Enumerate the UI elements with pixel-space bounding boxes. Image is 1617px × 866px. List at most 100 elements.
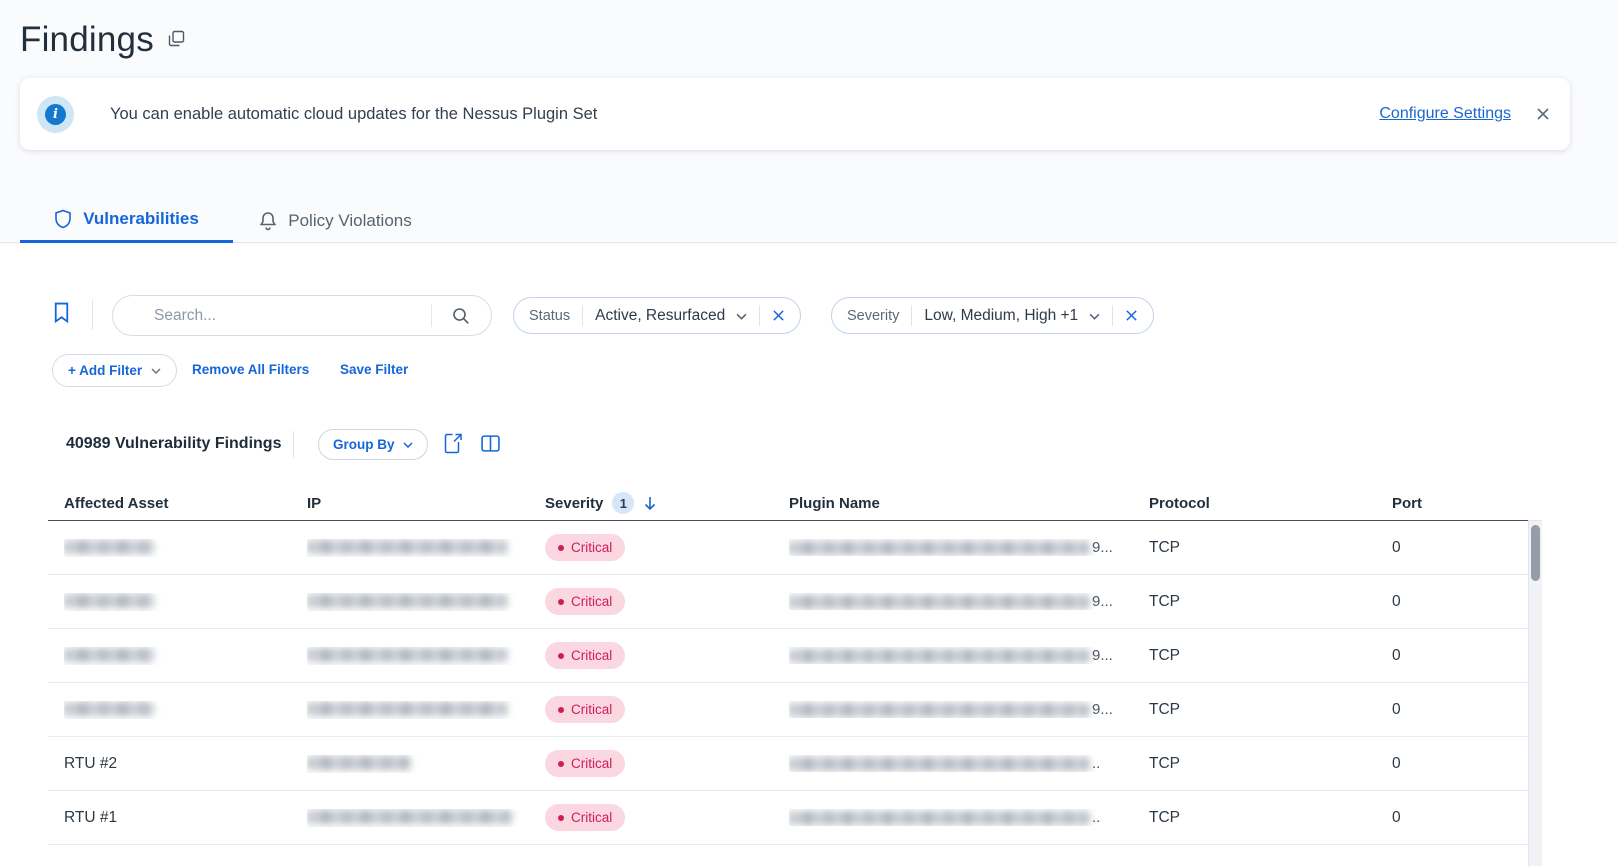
severity-badge: Critical: [545, 696, 625, 723]
port-cell: 0: [1392, 593, 1542, 611]
remove-filter-icon[interactable]: [1125, 309, 1138, 322]
severity-badge: Critical: [545, 534, 625, 561]
plugin-name-suffix: 9...: [1092, 647, 1113, 664]
redacted-ip: [307, 756, 410, 770]
redacted-plugin-name: [789, 703, 1089, 717]
plugin-name-cell: ..: [789, 809, 1149, 826]
column-header-port[interactable]: Port: [1392, 495, 1542, 512]
severity-cell: Critical: [545, 642, 789, 669]
status-filter-dropdown[interactable]: Active, Resurfaced: [595, 307, 747, 325]
column-header-protocol[interactable]: Protocol: [1149, 495, 1392, 512]
column-header-severity[interactable]: Severity 1: [545, 492, 789, 514]
redacted-asset: [64, 540, 154, 554]
port-cell: 0: [1392, 809, 1542, 827]
table-body: Critical9...TCP0Critical9...TCP0Critical…: [48, 521, 1542, 845]
affected-asset-cell: [64, 647, 307, 665]
column-header-plugin-name[interactable]: Plugin Name: [789, 495, 1149, 512]
plugin-name-suffix: 9...: [1092, 593, 1113, 610]
ip-cell: [307, 755, 545, 773]
severity-cell: Critical: [545, 750, 789, 777]
page-title: Findings: [20, 18, 154, 62]
redacted-ip: [307, 702, 507, 716]
divider: [1112, 305, 1113, 326]
tab-bar: Vulnerabilities Policy Violations: [0, 198, 1617, 243]
table-row[interactable]: Critical9...TCP0: [48, 521, 1542, 575]
group-by-label: Group By: [333, 437, 395, 452]
add-filter-button[interactable]: + Add Filter: [52, 354, 177, 387]
vertical-scrollbar[interactable]: [1528, 520, 1542, 866]
search-input[interactable]: [113, 296, 491, 335]
protocol-cell: TCP: [1149, 593, 1392, 611]
redacted-asset: [64, 702, 154, 716]
plugin-name-cell: 9...: [789, 593, 1149, 610]
severity-cell: Critical: [545, 588, 789, 615]
remove-all-filters-button[interactable]: Remove All Filters: [192, 362, 309, 377]
sort-descending-icon[interactable]: [643, 495, 657, 511]
remove-filter-icon[interactable]: [772, 309, 785, 322]
filter-value: Active, Resurfaced: [595, 307, 725, 325]
column-header-affected-asset[interactable]: Affected Asset: [64, 495, 307, 512]
save-filter-button[interactable]: Save Filter: [340, 362, 408, 377]
severity-cell: Critical: [545, 804, 789, 831]
chevron-down-icon: [1089, 313, 1100, 320]
redacted-ip: [307, 648, 507, 662]
port-cell: 0: [1392, 647, 1542, 665]
ip-cell: [307, 539, 545, 557]
filter-value: Low, Medium, High +1: [924, 307, 1078, 325]
port-cell: 0: [1392, 755, 1542, 773]
info-banner: i You can enable automatic cloud updates…: [20, 78, 1570, 150]
columns-icon[interactable]: [481, 435, 500, 452]
affected-asset-cell: [64, 701, 307, 719]
protocol-cell: TCP: [1149, 755, 1392, 773]
column-header-ip[interactable]: IP: [307, 495, 545, 512]
close-icon[interactable]: [1536, 107, 1550, 121]
plugin-name-cell: ..: [789, 755, 1149, 772]
tab-policy-violations[interactable]: Policy Violations: [233, 198, 438, 243]
configure-settings-link[interactable]: Configure Settings: [1379, 105, 1511, 123]
port-cell: 0: [1392, 539, 1542, 557]
divider: [911, 305, 912, 326]
redacted-ip: [307, 594, 507, 608]
port-cell: 0: [1392, 701, 1542, 719]
table-row[interactable]: Critical 9...TCP0: [48, 683, 1542, 737]
severity-badge: Critical: [545, 750, 625, 777]
table-row[interactable]: Critical 9... TCP0: [48, 629, 1542, 683]
plugin-name-cell: 9...: [789, 539, 1149, 556]
findings-table: Affected Asset IP Severity 1 Plugin Name…: [48, 486, 1542, 845]
protocol-cell: TCP: [1149, 701, 1392, 719]
chevron-down-icon: [151, 368, 161, 374]
affected-asset-cell: [64, 593, 307, 611]
affected-asset-cell: [64, 539, 307, 557]
bell-icon: [259, 211, 277, 231]
severity-cell: Critical: [545, 696, 789, 723]
table-row[interactable]: RTU #2Critical..TCP0: [48, 737, 1542, 791]
findings-count: 40989 Vulnerability Findings: [66, 435, 281, 453]
add-filter-label: + Add Filter: [68, 363, 142, 378]
tab-vulnerabilities[interactable]: Vulnerabilities: [20, 198, 233, 243]
info-icon: i: [37, 96, 74, 133]
redacted-plugin-name: [789, 811, 1089, 825]
export-icon[interactable]: [443, 433, 463, 454]
findings-page: Findings i You can enable automatic clou…: [0, 0, 1617, 866]
content-area: Status Active, Resurfaced Severity Low, …: [0, 244, 1617, 866]
page-header: Findings: [20, 18, 185, 62]
severity-filter-dropdown[interactable]: Low, Medium, High +1: [924, 307, 1100, 325]
table-row[interactable]: RTU #1Critical..TCP0: [48, 791, 1542, 845]
tab-label: Policy Violations: [288, 211, 411, 231]
scrollbar-thumb[interactable]: [1531, 525, 1540, 581]
search-icon[interactable]: [452, 307, 470, 325]
ip-cell: [307, 701, 545, 719]
bookmark-icon[interactable]: [53, 302, 70, 323]
filter-pill-status: Status Active, Resurfaced: [513, 297, 801, 334]
redacted-ip: [307, 540, 507, 554]
plugin-name-suffix: ..: [1092, 755, 1100, 772]
plugin-name-suffix: 9...: [1092, 539, 1113, 556]
redacted-asset: [64, 648, 154, 662]
table-row[interactable]: Critical 9... TCP0: [48, 575, 1542, 629]
affected-asset-cell: RTU #1: [64, 809, 307, 827]
plugin-name-suffix: ..: [1092, 809, 1100, 826]
asset-name: RTU #1: [64, 809, 117, 826]
protocol-cell: TCP: [1149, 647, 1392, 665]
plugin-name-cell: 9...: [789, 701, 1149, 718]
group-by-button[interactable]: Group By: [318, 429, 428, 460]
